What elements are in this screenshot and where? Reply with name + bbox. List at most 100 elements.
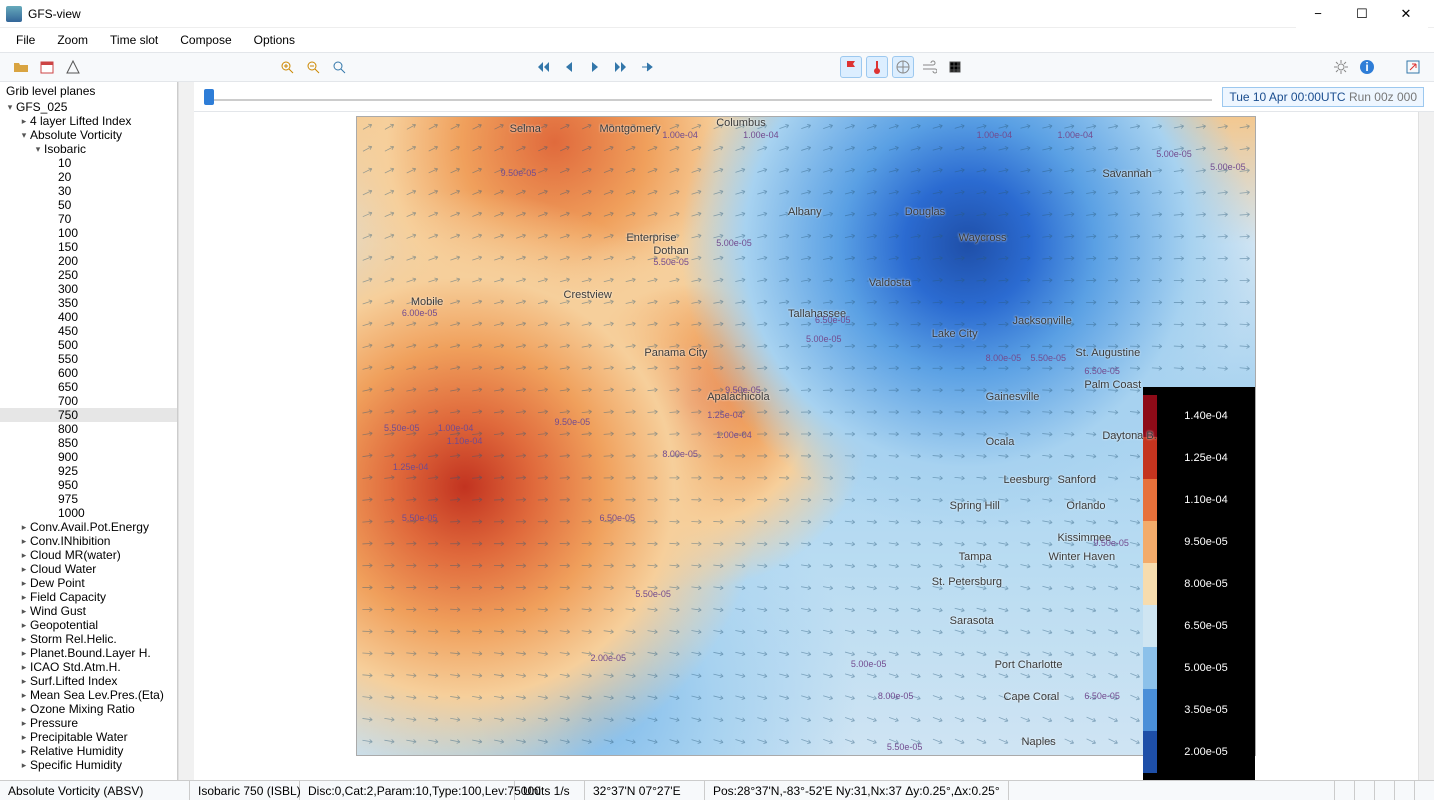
settings-icon[interactable] — [1330, 56, 1352, 78]
map-scrollbar[interactable] — [1418, 112, 1434, 780]
tree-item[interactable]: Isobaric — [0, 142, 177, 156]
status-level: Isobaric 750 (ISBL) — [190, 781, 300, 800]
status-btn-2[interactable] — [1354, 781, 1374, 800]
contour-label: 1.00e-04 — [662, 130, 698, 140]
tree-item[interactable]: 700 — [0, 394, 177, 408]
tree-item[interactable]: Field Capacity — [0, 590, 177, 604]
zoom-in-icon[interactable] — [276, 56, 298, 78]
tree-item[interactable]: 975 — [0, 492, 177, 506]
tree-item[interactable]: 925 — [0, 464, 177, 478]
tree-item[interactable]: Precipitable Water — [0, 730, 177, 744]
tree-item[interactable]: Ozone Mixing Ratio — [0, 702, 177, 716]
menu-file[interactable]: File — [6, 30, 45, 50]
tree-item[interactable]: 70 — [0, 212, 177, 226]
legend-swatch — [1143, 563, 1157, 605]
tree-item[interactable]: Conv.Avail.Pot.Energy — [0, 520, 177, 534]
tree-item[interactable]: 950 — [0, 478, 177, 492]
tree-item[interactable]: 400 — [0, 310, 177, 324]
tree-item[interactable]: 450 — [0, 324, 177, 338]
tree-item[interactable]: Absolute Vorticity — [0, 128, 177, 142]
menu-compose[interactable]: Compose — [170, 30, 241, 50]
tree-item[interactable]: 1000 — [0, 506, 177, 520]
last-icon[interactable] — [610, 56, 632, 78]
status-btn-4[interactable] — [1394, 781, 1414, 800]
sidebar-scrollbar[interactable] — [178, 82, 194, 780]
tree-item[interactable]: Geopotential — [0, 618, 177, 632]
open-file-icon[interactable] — [10, 56, 32, 78]
tree-item[interactable]: 500 — [0, 338, 177, 352]
tree-item[interactable]: Cloud MR(water) — [0, 548, 177, 562]
status-btn-5[interactable] — [1414, 781, 1434, 800]
status-btn-3[interactable] — [1374, 781, 1394, 800]
tree-item[interactable]: Surf.Lifted Index — [0, 674, 177, 688]
menu-options[interactable]: Options — [244, 30, 305, 50]
tree-item[interactable]: Mean Sea Lev.Pres.(Eta) — [0, 688, 177, 702]
tree-item[interactable]: Specific Humidity — [0, 758, 177, 772]
contour-label: 1.00e-04 — [716, 430, 752, 440]
maximize-button[interactable]: ☐ — [1340, 0, 1384, 28]
status-btn-1[interactable] — [1334, 781, 1354, 800]
tree-item[interactable]: 600 — [0, 366, 177, 380]
tree-item[interactable]: Pressure — [0, 716, 177, 730]
thermometer-icon[interactable] — [866, 56, 888, 78]
tree-item[interactable]: Planet.Bound.Layer H. — [0, 646, 177, 660]
chevron-right-icon — [18, 730, 30, 744]
tree-item-label: 925 — [58, 464, 78, 478]
tree-item[interactable]: 350 — [0, 296, 177, 310]
city-label: Spring Hill — [950, 500, 1000, 512]
time-slider[interactable] — [204, 95, 1212, 105]
first-icon[interactable] — [532, 56, 554, 78]
tree-item-label: Surf.Lifted Index — [30, 674, 117, 688]
tree-item[interactable]: 550 — [0, 352, 177, 366]
chevron-right-icon — [18, 562, 30, 576]
tree-item[interactable]: 800 — [0, 422, 177, 436]
tree-item[interactable]: 20 — [0, 170, 177, 184]
tree-item[interactable]: Dew Point — [0, 576, 177, 590]
menu-timeslot[interactable]: Time slot — [100, 30, 168, 50]
tree-item[interactable]: Conv.INhibition — [0, 534, 177, 548]
city-label: Jacksonville — [1013, 315, 1072, 327]
tree-item[interactable]: 150 — [0, 240, 177, 254]
svg-text:i: i — [1365, 60, 1368, 74]
flag-icon[interactable] — [840, 56, 862, 78]
wind-icon[interactable] — [918, 56, 940, 78]
tree-item[interactable]: 750 — [0, 408, 177, 422]
info-icon[interactable]: i — [1356, 56, 1378, 78]
forward-icon[interactable] — [636, 56, 658, 78]
tree-item[interactable]: Wind Gust — [0, 604, 177, 618]
minimize-button[interactable]: − — [1296, 0, 1340, 28]
zoom-fit-icon[interactable] — [328, 56, 350, 78]
tree-item[interactable]: 900 — [0, 450, 177, 464]
close-button[interactable]: ✕ — [1384, 0, 1428, 28]
map-canvas[interactable]: 1.40e-041.25e-041.10e-049.50e-058.00e-05… — [356, 116, 1256, 756]
globe-icon[interactable] — [892, 56, 914, 78]
tree-item[interactable]: 650 — [0, 380, 177, 394]
tree-item[interactable]: 250 — [0, 268, 177, 282]
grid-icon[interactable] — [944, 56, 966, 78]
tree-item[interactable]: Relative Humidity — [0, 744, 177, 758]
tree-item[interactable]: 4 layer Lifted Index — [0, 114, 177, 128]
tree-item[interactable]: 200 — [0, 254, 177, 268]
tree-item[interactable]: 50 — [0, 198, 177, 212]
zoom-out-icon[interactable] — [302, 56, 324, 78]
tree[interactable]: GFS_0254 layer Lifted IndexAbsolute Vort… — [0, 100, 177, 780]
export-icon[interactable] — [1402, 56, 1424, 78]
tree-item[interactable]: 850 — [0, 436, 177, 450]
tree-item[interactable]: 100 — [0, 226, 177, 240]
prev-icon[interactable] — [558, 56, 580, 78]
tree-item[interactable]: 30 — [0, 184, 177, 198]
tree-item[interactable]: Cloud Water — [0, 562, 177, 576]
menu-zoom[interactable]: Zoom — [47, 30, 98, 50]
tree-item[interactable]: 300 — [0, 282, 177, 296]
pick-icon[interactable] — [62, 56, 84, 78]
legend-value: 1.25e-04 — [1157, 452, 1255, 464]
city-label: St. Augustine — [1075, 347, 1140, 359]
tree-item[interactable]: 10 — [0, 156, 177, 170]
tree-item[interactable]: ICAO Std.Atm.H. — [0, 660, 177, 674]
time-slider-handle[interactable] — [204, 89, 214, 105]
next-icon[interactable] — [584, 56, 606, 78]
tree-item[interactable]: GFS_025 — [0, 100, 177, 114]
calendar-icon[interactable] — [36, 56, 58, 78]
sidebar-title: Grib level planes — [0, 82, 177, 100]
tree-item[interactable]: Storm Rel.Helic. — [0, 632, 177, 646]
